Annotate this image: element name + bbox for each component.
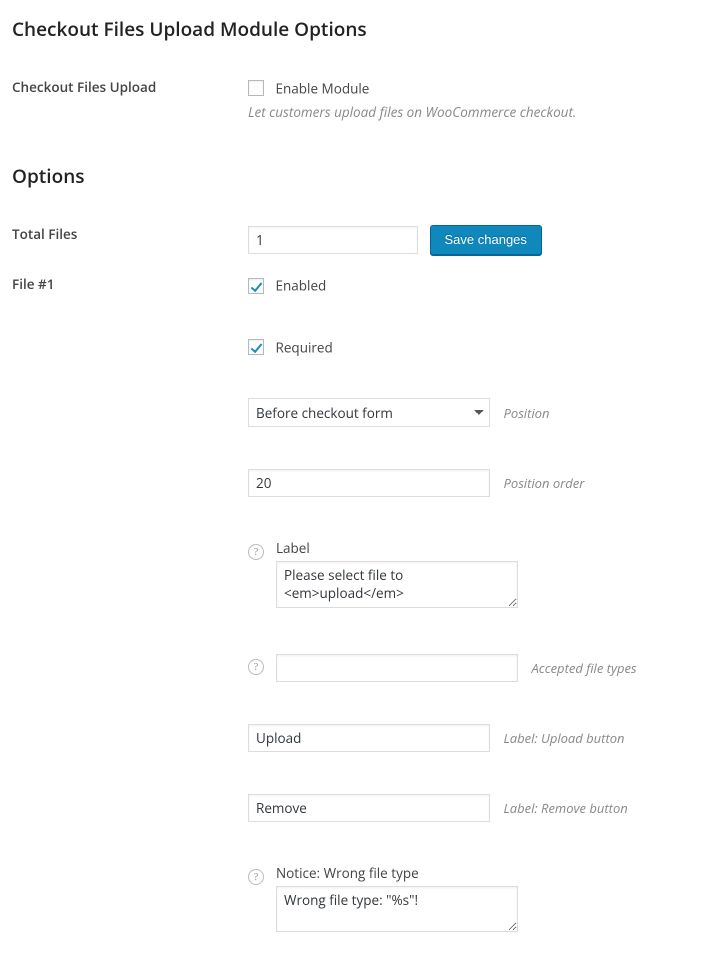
- remove-button-label-desc: Label: Remove button: [504, 799, 628, 817]
- module-options-heading: Checkout Files Upload Module Options: [12, 16, 695, 42]
- file-required-checkbox[interactable]: [248, 339, 264, 355]
- notice-wrong-type-textarea[interactable]: Wrong file type: "%s"!: [276, 886, 518, 932]
- enable-module-label: Enable Module: [276, 79, 370, 97]
- position-order-input[interactable]: [248, 469, 490, 497]
- position-order-desc: Position order: [504, 474, 585, 492]
- label-textarea[interactable]: Please select file to <em>upload</em>: [276, 561, 518, 607]
- enable-module-checkbox[interactable]: [248, 80, 264, 96]
- options-heading: Options: [12, 163, 695, 189]
- help-icon[interactable]: ?: [248, 544, 264, 560]
- file-1-label: File #1: [12, 265, 248, 946]
- accepted-file-types-desc: Accepted file types: [532, 659, 637, 677]
- file-required-label: Required: [276, 338, 333, 356]
- file-enabled-label: Enabled: [276, 277, 327, 295]
- notice-wrong-type-heading: Notice: Wrong file type: [276, 864, 695, 882]
- help-icon[interactable]: ?: [248, 869, 264, 885]
- enable-module-description: Let customers upload files on WooCommerc…: [248, 103, 695, 121]
- total-files-input[interactable]: [248, 226, 418, 254]
- label-field-heading: Label: [276, 539, 695, 557]
- help-icon[interactable]: ?: [248, 659, 264, 675]
- checkout-files-upload-label: Checkout Files Upload: [12, 68, 248, 131]
- remove-button-label-input[interactable]: [248, 794, 490, 822]
- total-files-label: Total Files: [12, 215, 248, 265]
- position-desc: Position: [504, 404, 550, 422]
- save-changes-button[interactable]: Save changes: [430, 225, 542, 255]
- upload-button-label-desc: Label: Upload button: [504, 729, 625, 747]
- position-select[interactable]: Before checkout form: [248, 398, 490, 427]
- upload-button-label-input[interactable]: [248, 724, 490, 752]
- accepted-file-types-input[interactable]: [276, 654, 518, 682]
- file-enabled-checkbox[interactable]: [248, 278, 264, 294]
